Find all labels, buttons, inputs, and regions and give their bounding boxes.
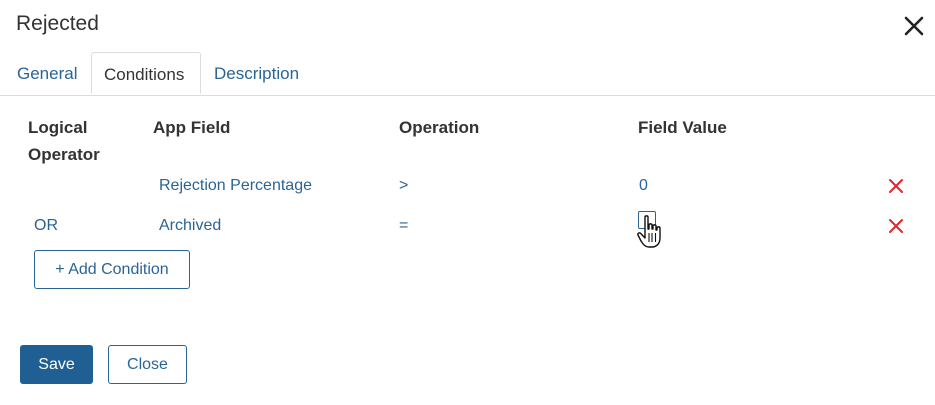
close-button[interactable]: Close [108,345,187,384]
header-field-value: Field Value [638,118,727,137]
header-logical-operator-line1: Logical [28,118,88,137]
row-logical-operator[interactable]: OR [34,217,58,235]
header-operation: Operation [399,118,480,137]
delete-x-icon[interactable] [888,178,904,194]
hand-pointer-icon [637,215,661,248]
row-field-value[interactable]: 0 [639,177,648,195]
row-operation[interactable]: > [399,177,408,195]
tab-conditions[interactable]: Conditions [91,52,201,94]
row-operation[interactable]: = [399,217,408,235]
row-app-field[interactable]: Archived [159,217,221,235]
tab-general[interactable]: General [17,52,77,94]
header-logical-operator-line2: Operator [28,145,100,164]
dialog-title: Rejected [16,12,99,35]
delete-x-icon[interactable] [888,218,904,234]
row-app-field[interactable]: Rejection Percentage [159,177,312,195]
header-logical-operator: Logical Operator [28,114,100,168]
close-icon[interactable] [900,12,928,40]
add-condition-button[interactable]: + Add Condition [34,250,190,289]
save-button[interactable]: Save [20,345,93,384]
tab-bar: General Conditions Description [0,52,935,96]
header-app-field: App Field [153,118,231,137]
tab-description[interactable]: Description [214,52,299,94]
